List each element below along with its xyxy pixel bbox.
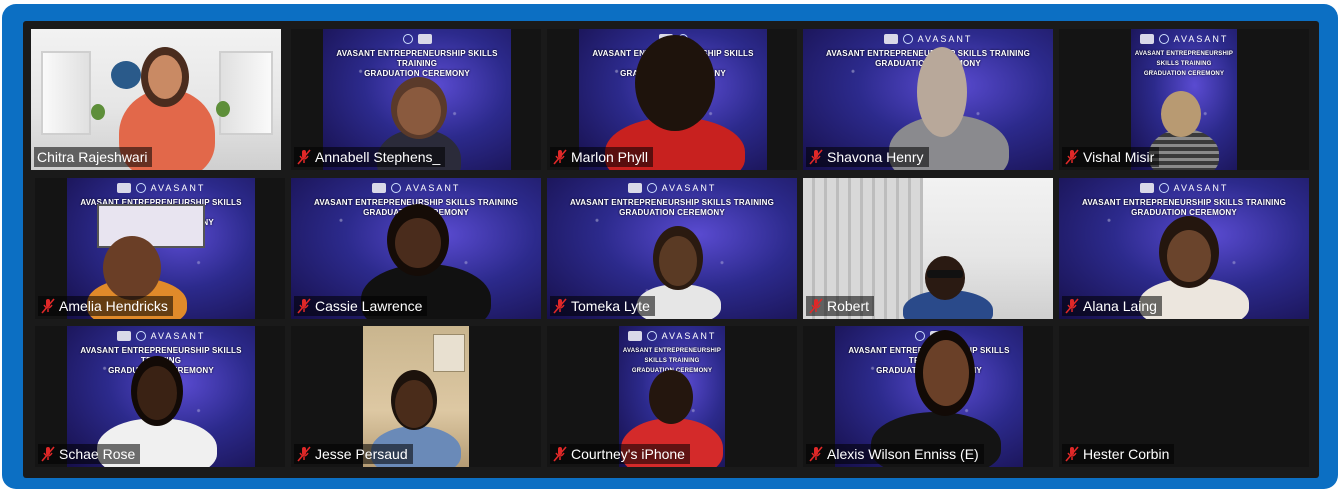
microphone-muted-icon <box>41 446 55 462</box>
participant-name: Jesse Persaud <box>315 446 408 462</box>
microphone-muted-icon <box>297 446 311 462</box>
participant-name: Tomeka Lyte <box>571 298 650 314</box>
video-tile[interactable]: Chitra Rajeshwari <box>31 29 281 170</box>
video-tile[interactable]: AVASANT AVASANT ENTREPRENEURSHIP SKILLS … <box>35 178 285 319</box>
participant-name-tag: Alexis Wilson Enniss (E) <box>806 444 984 464</box>
microphone-muted-icon <box>41 298 55 314</box>
video-tile[interactable]: AVASANT AVASANT ENTREPRENEURSHIP SKILLS … <box>35 326 285 467</box>
participant-name-tag: Robert <box>806 296 875 316</box>
participant-name: Schae Rose <box>59 446 136 462</box>
participant-name-tag: Shavona Henry <box>806 147 929 167</box>
video-tile[interactable]: AVASANT AVASANT ENTREPRENEURSHIP SKILLS … <box>547 326 797 467</box>
microphone-muted-icon <box>809 298 823 314</box>
participant-name: Vishal Misir <box>1083 149 1155 165</box>
participant-name: Robert <box>827 298 870 314</box>
participant-name: Cassie Lawrence <box>315 298 423 314</box>
participant-name: Annabell Stephens_ <box>315 149 441 165</box>
participant-name-tag: Schae Rose <box>38 444 141 464</box>
participant-name: Alana Laing <box>1083 298 1157 314</box>
participant-name-tag: Annabell Stephens_ <box>294 147 446 167</box>
participant-name: Shavona Henry <box>827 149 924 165</box>
microphone-muted-icon <box>1065 298 1079 314</box>
participant-name: Courtney's iPhone <box>571 446 685 462</box>
video-tile[interactable]: Robert <box>803 178 1053 319</box>
video-tile[interactable]: AVASANT ENTREPRENEURSHIP SKILLS TRAINING… <box>547 29 797 170</box>
video-tile[interactable]: AVASANT ENTREPRENEURSHIP SKILLS TRAINING… <box>291 29 541 170</box>
participant-name: Amelia Hendricks <box>59 298 168 314</box>
video-tile[interactable]: AVASANT ENTREPRENEURSHIP SKILLS TRAINING… <box>803 326 1053 467</box>
participant-name-tag: Jesse Persaud <box>294 444 413 464</box>
participant-name: Chitra Rajeshwari <box>37 149 148 165</box>
participant-name: Alexis Wilson Enniss (E) <box>827 446 979 462</box>
gallery-view: Chitra Rajeshwari AVASANT ENTREPRENEURSH… <box>23 21 1319 478</box>
participant-name: Hester Corbin <box>1083 446 1170 462</box>
microphone-muted-icon <box>1065 149 1079 165</box>
participant-name-tag: Alana Laing <box>1062 296 1162 316</box>
video-tile[interactable]: Hester Corbin <box>1059 326 1309 467</box>
microphone-muted-icon <box>809 446 823 462</box>
microphone-muted-icon <box>1065 446 1079 462</box>
participant-name-tag: Vishal Misir <box>1062 147 1160 167</box>
window-frame: Chitra Rajeshwari AVASANT ENTREPRENEURSH… <box>2 4 1338 489</box>
microphone-muted-icon <box>297 149 311 165</box>
video-tile[interactable]: AVASANT AVASANT ENTREPRENEURSHIP SKILLS … <box>547 178 797 319</box>
video-tile[interactable]: Jesse Persaud <box>291 326 541 467</box>
participant-name: Marlon Phyll <box>571 149 649 165</box>
microphone-muted-icon <box>553 298 567 314</box>
participant-name-tag: Tomeka Lyte <box>550 296 655 316</box>
video-tile[interactable]: AVASANT AVASANT ENTREPRENEURSHIP SKILLS … <box>1059 29 1309 170</box>
microphone-muted-icon <box>553 446 567 462</box>
microphone-muted-icon <box>809 149 823 165</box>
video-tile[interactable]: AVASANT AVASANT ENTREPRENEURSHIP SKILLS … <box>803 29 1053 170</box>
participant-name-tag: Marlon Phyll <box>550 147 654 167</box>
video-tile[interactable]: AVASANT AVASANT ENTREPRENEURSHIP SKILLS … <box>1059 178 1309 319</box>
microphone-muted-icon <box>297 298 311 314</box>
video-tile[interactable]: AVASANT AVASANT ENTREPRENEURSHIP SKILLS … <box>291 178 541 319</box>
participant-name-tag: Hester Corbin <box>1062 444 1175 464</box>
participant-name-tag: Chitra Rajeshwari <box>34 147 153 167</box>
participant-name-tag: Courtney's iPhone <box>550 444 690 464</box>
microphone-muted-icon <box>553 149 567 165</box>
participant-name-tag: Amelia Hendricks <box>38 296 173 316</box>
participant-name-tag: Cassie Lawrence <box>294 296 428 316</box>
